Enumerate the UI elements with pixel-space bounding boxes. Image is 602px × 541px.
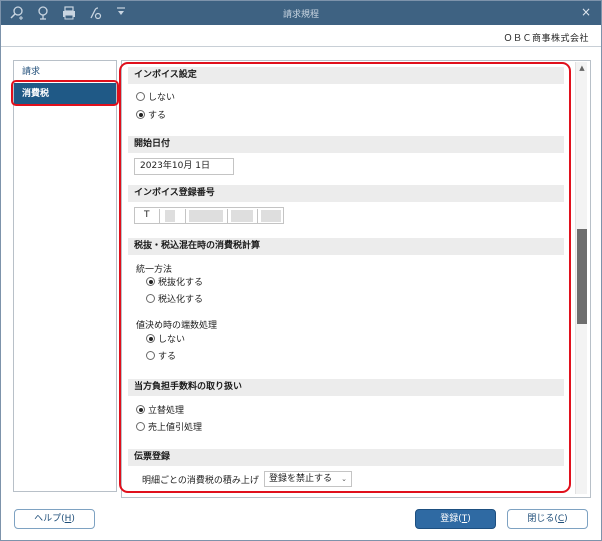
help-button[interactable]: ヘルプ(H) bbox=[14, 509, 95, 529]
button-label: 登録( bbox=[440, 514, 462, 524]
button-label-suffix: ) bbox=[71, 514, 75, 524]
close-button[interactable]: 閉じる(C) bbox=[507, 509, 588, 529]
register-button[interactable]: 登録(T) bbox=[415, 509, 496, 529]
button-label-suffix: ) bbox=[467, 514, 471, 524]
sidebar-highlight-annotation bbox=[11, 80, 119, 106]
content-highlight-annotation bbox=[119, 62, 571, 493]
close-window-icon[interactable]: × bbox=[581, 5, 591, 19]
window-title: 請求規程 bbox=[282, 10, 319, 20]
button-label: 閉じる( bbox=[527, 514, 558, 524]
company-name: ＯＢＣ商事株式会社 bbox=[503, 34, 589, 44]
header-divider bbox=[1, 46, 601, 47]
title-bar: 請求規程 × bbox=[1, 1, 601, 25]
button-label-suffix: ) bbox=[564, 514, 568, 524]
scrollbar-thumb[interactable] bbox=[577, 229, 587, 324]
scroll-up-icon[interactable]: ▲ bbox=[577, 64, 587, 72]
sidebar: 請求 消費税 bbox=[13, 60, 117, 492]
button-label: ヘルプ( bbox=[34, 514, 65, 524]
